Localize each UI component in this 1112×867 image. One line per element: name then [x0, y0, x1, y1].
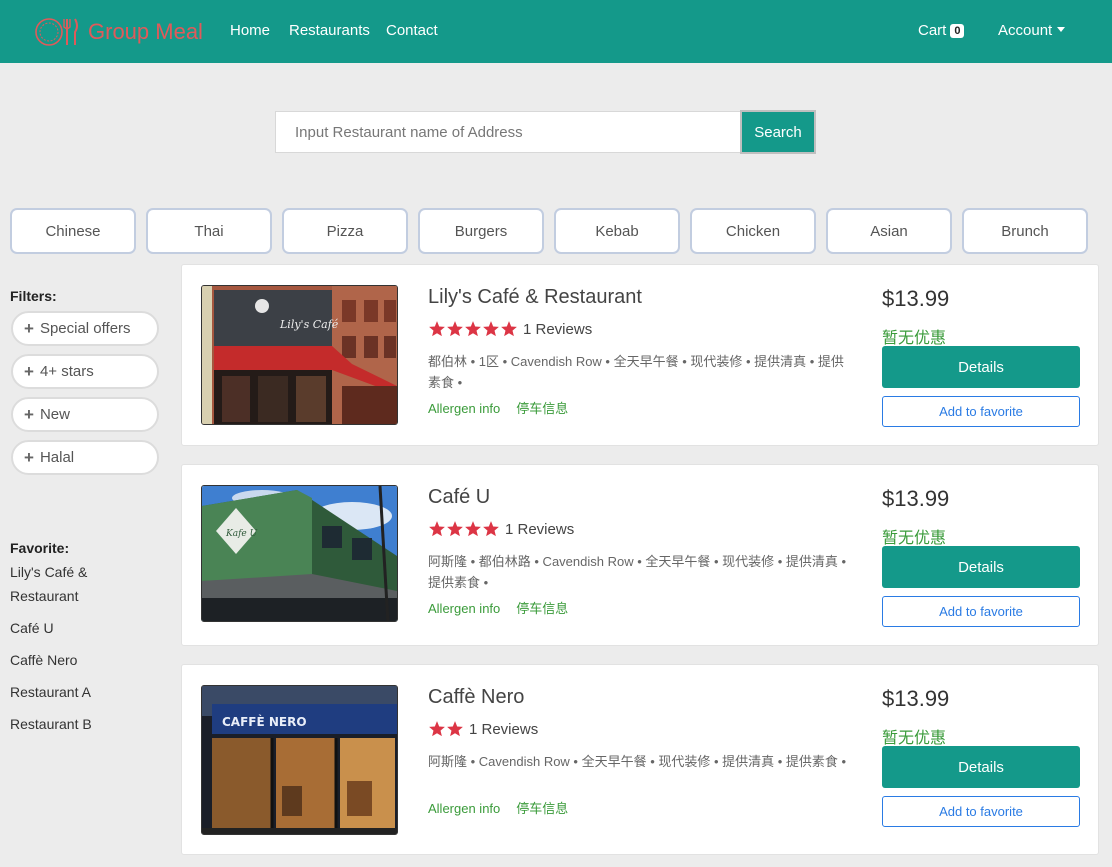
restaurant-tags: 阿斯隆 • Cavendish Row • 全天早午餐 • 现代装修 • 提供清…: [428, 754, 847, 769]
restaurant-name[interactable]: Caffè Nero: [428, 686, 524, 709]
star-icon: [501, 321, 517, 337]
star-icon: [465, 321, 481, 337]
allergen-info-link[interactable]: Allergen info: [428, 601, 500, 616]
details-button[interactable]: Details: [882, 346, 1080, 388]
allergen-info-link[interactable]: Allergen info: [428, 401, 500, 416]
filter-special-offers[interactable]: + Special offers: [11, 311, 159, 346]
filter-label: 4+ stars: [39, 363, 94, 380]
category-burgers[interactable]: Burgers: [418, 208, 544, 254]
cart-link[interactable]: Cart 0: [918, 22, 965, 39]
navbar: Group Meal Home Restaurants Contact Cart…: [0, 0, 1112, 63]
account-label: Account: [998, 22, 1053, 39]
search-button[interactable]: Search: [740, 110, 816, 154]
details-button[interactable]: Details: [882, 746, 1080, 788]
plus-icon: +: [24, 362, 34, 381]
info-links: Allergen info 停车信息: [428, 798, 584, 817]
reviews-count[interactable]: 1 Reviews: [469, 721, 538, 738]
category-kebab[interactable]: Kebab: [554, 208, 680, 254]
favorite-item[interactable]: Restaurant A: [10, 680, 160, 704]
star-icon: [483, 321, 499, 337]
cart-count-badge: 0: [950, 24, 965, 38]
price: $13.99: [882, 286, 950, 311]
plate-cutlery-icon: [35, 18, 78, 46]
restaurant-card: CAFFÈ NERO Caffè Nero 1 Reviews 阿斯隆 • Ca…: [181, 664, 1099, 855]
category-chinese[interactable]: Chinese: [10, 208, 136, 254]
restaurant-tags: 都伯林 • 1区 • Cavendish Row • 全天早午餐 • 现代装修 …: [428, 354, 844, 390]
promo-status: 暂无优惠: [882, 330, 947, 347]
star-icon: [429, 521, 445, 537]
category-brunch[interactable]: Brunch: [962, 208, 1088, 254]
category-pizza[interactable]: Pizza: [282, 208, 408, 254]
svg-text:Kafe U: Kafe U: [225, 529, 258, 539]
restaurant-photo[interactable]: CAFFÈ NERO: [201, 685, 398, 835]
price: $13.99: [882, 686, 950, 711]
promo-status: 暂无优惠: [882, 730, 947, 747]
info-links: Allergen info 停车信息: [428, 598, 584, 617]
favorite-item[interactable]: Caffè Nero: [10, 648, 160, 672]
filter-label: New: [39, 406, 70, 423]
filter-new[interactable]: + New: [11, 397, 159, 432]
storefront-photo-image: Lily's Café: [202, 286, 397, 424]
info-links: Allergen info 停车信息: [428, 398, 584, 417]
star-icon: [429, 721, 445, 737]
reviews-count[interactable]: 1 Reviews: [523, 321, 592, 338]
restaurant-photo[interactable]: Kafe U: [201, 485, 398, 622]
restaurant-name[interactable]: Lily's Café & Restaurant: [428, 286, 642, 309]
filter-label: Halal: [39, 449, 75, 466]
filter-label: Special offers: [39, 320, 131, 337]
parking-info-link[interactable]: 停车信息: [516, 601, 568, 616]
storefront-photo-image: Kafe U: [202, 486, 397, 621]
star-icon: [429, 321, 445, 337]
star-icon: [447, 521, 463, 537]
nav-contact-link[interactable]: Contact: [386, 22, 438, 39]
star-icon: [447, 721, 463, 737]
restaurant-card: Lily's Café Lily's Café & Restaurant 1 R…: [181, 264, 1099, 446]
restaurant-card: Kafe U Café U 1 Reviews 阿斯隆 • 都伯林路 • Cav…: [181, 464, 1099, 646]
nav-home-link[interactable]: Home: [230, 22, 270, 39]
restaurant-photo[interactable]: Lily's Café: [201, 285, 398, 425]
favorite-item[interactable]: Restaurant B: [10, 712, 160, 736]
parking-info-link[interactable]: 停车信息: [516, 801, 568, 816]
add-to-favorite-button[interactable]: Add to favorite: [882, 796, 1080, 827]
star-icon: [465, 521, 481, 537]
plus-icon: +: [24, 319, 34, 338]
restaurant-name[interactable]: Café U: [428, 486, 490, 509]
cart-label: Cart: [918, 22, 947, 39]
star-rating: 1 Reviews: [428, 320, 592, 338]
favorite-title: Favorite:: [10, 540, 70, 556]
nav-restaurants-link[interactable]: Restaurants: [289, 22, 370, 39]
star-icon: [447, 321, 463, 337]
reviews-count[interactable]: 1 Reviews: [505, 521, 574, 538]
star-rating: 1 Reviews: [428, 720, 538, 738]
search-input[interactable]: [275, 111, 741, 153]
favorite-item[interactable]: Café U: [10, 616, 160, 640]
add-to-favorite-button[interactable]: Add to favorite: [882, 596, 1080, 627]
storefront-photo-image: CAFFÈ NERO: [202, 686, 397, 834]
plus-icon: +: [24, 405, 34, 424]
brand-name: Group Meal: [88, 19, 203, 44]
star-icon: [483, 521, 499, 537]
parking-info-link[interactable]: 停车信息: [516, 401, 568, 416]
price: $13.99: [882, 486, 950, 511]
svg-text:Lily's Café: Lily's Café: [279, 318, 339, 331]
filter-halal[interactable]: + Halal: [11, 440, 159, 475]
allergen-info-link[interactable]: Allergen info: [428, 801, 500, 816]
promo-status: 暂无优惠: [882, 530, 947, 547]
category-asian[interactable]: Asian: [826, 208, 952, 254]
add-to-favorite-button[interactable]: Add to favorite: [882, 396, 1080, 427]
category-thai[interactable]: Thai: [146, 208, 272, 254]
restaurant-tags: 阿斯隆 • 都伯林路 • Cavendish Row • 全天早午餐 • 现代装…: [428, 554, 847, 590]
filter-4-plus-stars[interactable]: +4+ stars: [11, 354, 159, 389]
brand-logo[interactable]: Group Meal: [34, 14, 203, 50]
favorite-item[interactable]: Lily's Café & Restaurant: [10, 560, 120, 608]
plus-icon: +: [24, 448, 34, 467]
filters-title: Filters:: [10, 288, 57, 304]
star-rating: 1 Reviews: [428, 520, 574, 538]
category-chicken[interactable]: Chicken: [690, 208, 816, 254]
account-dropdown[interactable]: Account: [998, 22, 1066, 39]
caret-down-icon: [1057, 27, 1066, 32]
details-button[interactable]: Details: [882, 546, 1080, 588]
svg-text:CAFFÈ NERO: CAFFÈ NERO: [222, 714, 307, 729]
